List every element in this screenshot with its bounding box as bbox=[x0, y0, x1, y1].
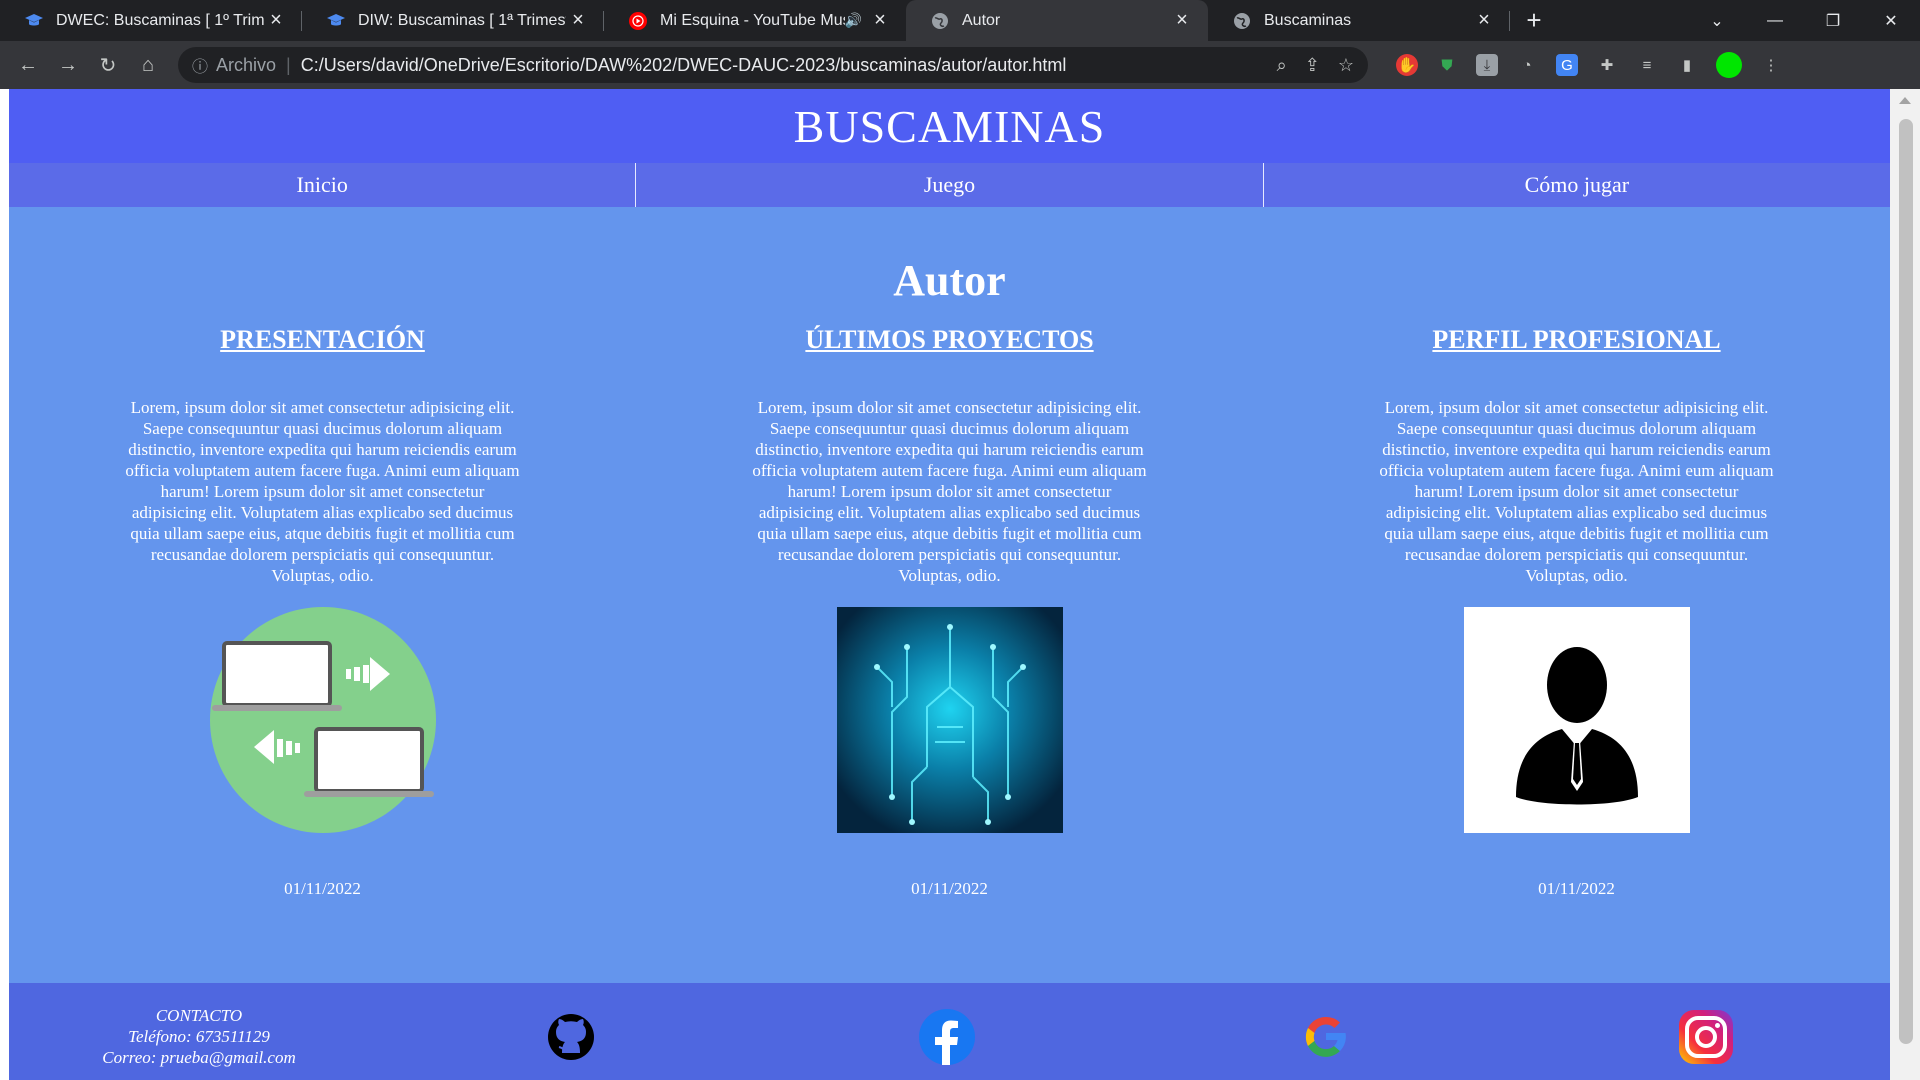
tab-youtube-music[interactable]: Mi Esquina - YouTube Music 🔊 × bbox=[604, 0, 906, 41]
url-text[interactable]: C:/Users/david/OneDrive/Escritorio/DAW%2… bbox=[301, 55, 1277, 76]
extensions-area: ✋ ⛊ ⤓ ◔ G ✚ ≡ ▮ ⋮ bbox=[1396, 52, 1782, 78]
tab-search-icon[interactable]: ⌄ bbox=[1688, 0, 1746, 41]
shield-icon[interactable]: ⛊ bbox=[1436, 54, 1458, 76]
close-icon[interactable]: × bbox=[264, 9, 288, 32]
section-text: Lorem, ipsum dolor sit amet consectetur … bbox=[752, 398, 1147, 585]
page-title: Autor bbox=[893, 256, 1006, 305]
profile-avatar[interactable] bbox=[1716, 52, 1742, 78]
section-presentacion: PRESENTACIÓN Lorem, ipsum dolor sit amet… bbox=[9, 319, 636, 899]
close-icon[interactable]: × bbox=[566, 9, 590, 32]
google-icon[interactable] bbox=[1298, 1009, 1354, 1065]
close-icon[interactable]: × bbox=[1170, 9, 1194, 32]
youtube-music-icon bbox=[628, 11, 648, 31]
web-page: BUSCAMINAS Inicio Juego Cómo jugar Autor… bbox=[9, 89, 1890, 1080]
instagram-icon[interactable] bbox=[1678, 1009, 1734, 1065]
share-icon[interactable]: ⇪ bbox=[1305, 55, 1320, 76]
vertical-scrollbar[interactable] bbox=[1890, 89, 1920, 1080]
tab-title: DIW: Buscaminas [ 1ª Trimestre ] bbox=[358, 11, 566, 29]
contact-title: CONTACTO bbox=[155, 1006, 243, 1025]
globe-icon bbox=[930, 11, 950, 31]
tab-title: Mi Esquina - YouTube Music bbox=[660, 11, 845, 29]
section-date: 01/11/2022 bbox=[1538, 879, 1615, 898]
section-ultimos-proyectos: ÚLTIMOS PROYECTOS Lorem, ipsum dolor sit… bbox=[636, 319, 1263, 899]
site-nav: Inicio Juego Cómo jugar bbox=[9, 163, 1890, 207]
tab-strip: DWEC: Buscaminas [ 1º Trimestre × DIW: B… bbox=[0, 0, 1920, 41]
minimize-icon[interactable]: — bbox=[1746, 0, 1804, 41]
section-date: 01/11/2022 bbox=[911, 879, 988, 898]
tab-dwec[interactable]: DWEC: Buscaminas [ 1º Trimestre × bbox=[0, 0, 302, 41]
section-date: 01/11/2022 bbox=[284, 879, 361, 898]
nav-link-inicio[interactable]: Inicio bbox=[9, 163, 635, 207]
graduation-cap-icon bbox=[326, 11, 346, 31]
github-icon[interactable] bbox=[543, 1009, 599, 1065]
new-tab-button[interactable]: + bbox=[1510, 0, 1558, 41]
menu-kebab-icon[interactable]: ⋮ bbox=[1760, 54, 1782, 76]
home-icon[interactable]: ⌂ bbox=[128, 45, 168, 85]
tab-title: Autor bbox=[962, 11, 1001, 29]
speaker-icon[interactable]: 🔊 bbox=[845, 12, 862, 29]
scroll-up-arrow-icon[interactable] bbox=[1899, 97, 1911, 104]
nav-link-como-jugar[interactable]: Cómo jugar bbox=[1262, 163, 1890, 207]
pdf-icon[interactable]: ⤓ bbox=[1476, 54, 1498, 76]
facebook-icon[interactable] bbox=[919, 1009, 975, 1065]
section-text: Lorem, ipsum dolor sit amet consectetur … bbox=[1379, 398, 1774, 585]
tab-buscaminas[interactable]: Buscaminas × bbox=[1208, 0, 1510, 41]
scrollbar-thumb[interactable] bbox=[1899, 119, 1913, 1044]
laptops-transfer-image bbox=[209, 607, 436, 833]
section-perfil-profesional: PERFIL PROFESIONAL Lorem, ipsum dolor si… bbox=[1263, 319, 1890, 899]
tab-title: Buscaminas bbox=[1264, 11, 1352, 29]
sections: PRESENTACIÓN Lorem, ipsum dolor sit amet… bbox=[9, 319, 1890, 899]
reading-list-icon[interactable]: ≡ bbox=[1636, 54, 1658, 76]
globe-icon bbox=[1232, 11, 1252, 31]
info-icon[interactable]: ⓘ bbox=[192, 53, 208, 77]
close-icon[interactable]: × bbox=[1472, 9, 1496, 32]
window-controls: ⌄ — ❐ ✕ bbox=[1688, 0, 1920, 41]
businessman-silhouette-image bbox=[1463, 607, 1690, 833]
translate-icon[interactable]: G bbox=[1556, 54, 1578, 76]
section-heading[interactable]: PRESENTACIÓN bbox=[220, 323, 425, 357]
contact-phone: Teléfono: 673511129 bbox=[128, 1027, 270, 1046]
tab-diw[interactable]: DIW: Buscaminas [ 1ª Trimestre ] × bbox=[302, 0, 604, 41]
restore-icon[interactable]: ❐ bbox=[1804, 0, 1862, 41]
extensions-puzzle-icon[interactable]: ✚ bbox=[1596, 54, 1618, 76]
site-footer: CONTACTO Teléfono: 673511129 Correo: pru… bbox=[9, 983, 1890, 1080]
address-prefix: Archivo bbox=[216, 54, 277, 75]
circuit-board-image bbox=[836, 607, 1063, 833]
adblock-icon[interactable]: ✋ bbox=[1396, 54, 1418, 76]
graduation-cap-icon bbox=[24, 11, 44, 31]
section-heading[interactable]: PERFIL PROFESIONAL bbox=[1432, 323, 1720, 357]
browser-toolbar: ← → ↻ ⌂ ⓘ Archivo | C:/Users/david/OneDr… bbox=[0, 41, 1920, 89]
close-window-icon[interactable]: ✕ bbox=[1862, 0, 1920, 41]
reload-icon[interactable]: ↻ bbox=[88, 45, 128, 85]
section-heading[interactable]: ÚLTIMOS PROYECTOS bbox=[805, 323, 1093, 357]
site-header: BUSCAMINAS bbox=[9, 89, 1890, 163]
section-text: Lorem, ipsum dolor sit amet consectetur … bbox=[125, 398, 520, 585]
spy-icon[interactable]: ◔ bbox=[1516, 54, 1538, 76]
close-icon[interactable]: × bbox=[868, 9, 892, 32]
zoom-icon[interactable]: ⌕ bbox=[1277, 55, 1287, 76]
page-viewport: BUSCAMINAS Inicio Juego Cómo jugar Autor… bbox=[0, 89, 1920, 1080]
forward-icon[interactable]: → bbox=[48, 45, 88, 85]
nav-link-juego[interactable]: Juego bbox=[635, 163, 1262, 207]
tab-autor[interactable]: Autor × bbox=[906, 0, 1208, 41]
side-panel-icon[interactable]: ▮ bbox=[1676, 54, 1698, 76]
tab-title: DWEC: Buscaminas [ 1º Trimestre bbox=[56, 11, 264, 29]
contact-block: CONTACTO Teléfono: 673511129 Correo: pru… bbox=[59, 1005, 339, 1068]
address-bar[interactable]: ⓘ Archivo | C:/Users/david/OneDrive/Escr… bbox=[178, 47, 1368, 83]
bookmark-star-icon[interactable]: ☆ bbox=[1338, 55, 1354, 76]
site-title: BUSCAMINAS bbox=[793, 100, 1106, 152]
back-icon[interactable]: ← bbox=[8, 45, 48, 85]
contact-email: Correo: prueba@gmail.com bbox=[102, 1048, 296, 1067]
